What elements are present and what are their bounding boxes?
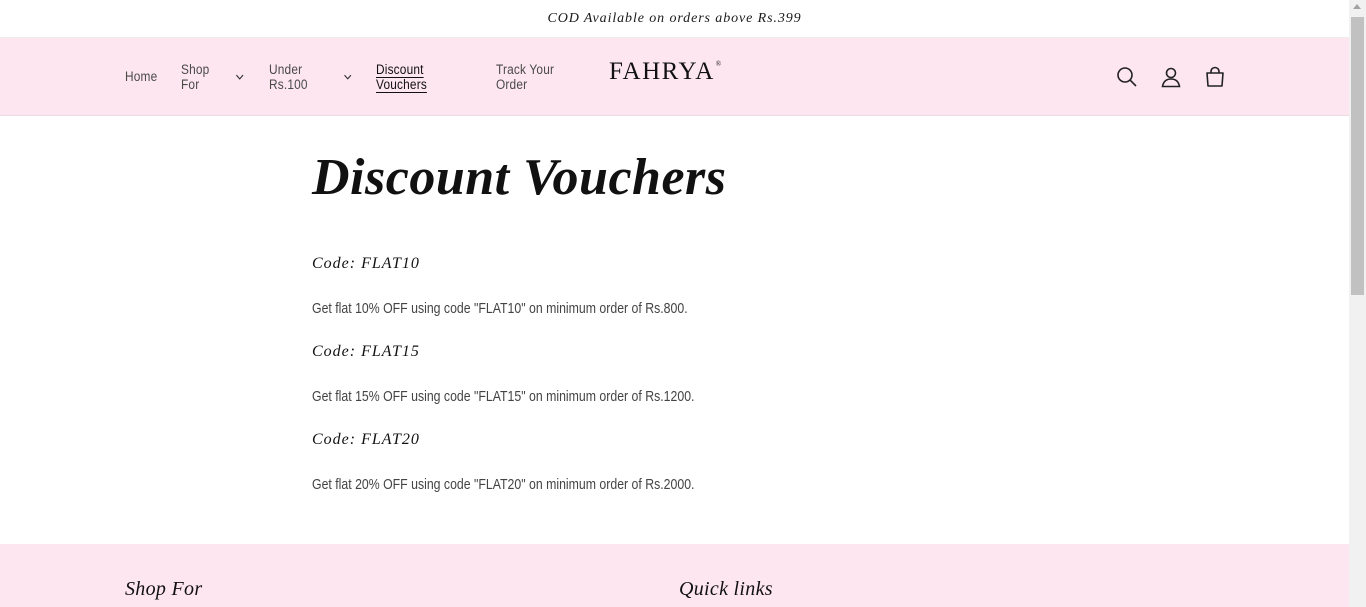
logo-registered-mark: ® <box>715 60 722 68</box>
account-icon <box>1161 67 1181 87</box>
nav-under-100-label: Under Rs.100 <box>269 61 308 92</box>
cart-icon <box>1206 66 1224 87</box>
account-button[interactable] <box>1154 60 1188 94</box>
nav-under-100[interactable]: Under Rs.100 <box>269 62 353 92</box>
nav-shop-for-label: Shop For <box>181 61 210 92</box>
nav-track-order-label: Track Your Order <box>496 61 555 92</box>
announcement-bar: COD Available on orders above Rs.399 <box>0 0 1349 38</box>
page-title: Discount Vouchers <box>312 149 727 206</box>
chevron-down-icon <box>235 74 244 80</box>
main-content: Discount Vouchers Code: FLAT10 Get flat … <box>312 116 1072 495</box>
voucher-item: Code: FLAT20 Get flat 20% OFF using code… <box>312 430 1072 495</box>
voucher-item: Code: FLAT10 Get flat 10% OFF using code… <box>312 254 1072 319</box>
voucher-description: Get flat 15% OFF using code "FLAT15" on … <box>312 388 695 405</box>
search-icon <box>1117 66 1137 87</box>
page-scrollbar[interactable] <box>1349 0 1366 607</box>
cart-button[interactable] <box>1198 60 1232 94</box>
voucher-item: Code: FLAT15 Get flat 15% OFF using code… <box>312 342 1072 407</box>
voucher-description: Get flat 10% OFF using code "FLAT10" on … <box>312 300 688 317</box>
page: COD Available on orders above Rs.399 Hom… <box>0 0 1349 607</box>
nav-discount-vouchers[interactable]: Discount Vouchers <box>376 62 468 92</box>
header-icons <box>1110 38 1242 115</box>
nav-shop-for[interactable]: Shop For <box>181 62 244 92</box>
nav-home[interactable]: Home <box>125 69 158 84</box>
scrollbar-thumb[interactable] <box>1351 17 1364 295</box>
site-footer: Shop For Quick links <box>0 544 1349 607</box>
chevron-down-icon <box>344 74 352 80</box>
voucher-code: Code: FLAT15 <box>312 343 420 360</box>
search-button[interactable] <box>1110 60 1144 94</box>
brand-logo[interactable]: FAHRYA® <box>609 58 722 86</box>
announcement-text: COD Available on orders above Rs.399 <box>547 10 802 26</box>
voucher-description: Get flat 20% OFF using code "FLAT20" on … <box>312 476 695 493</box>
nav-discount-vouchers-label: Discount Vouchers <box>376 61 427 92</box>
footer-heading-shop-for: Shop For <box>125 578 203 600</box>
scroll-up-arrow-icon[interactable] <box>1353 4 1361 9</box>
logo-text: FAHRYA <box>609 58 715 85</box>
nav-track-order[interactable]: Track Your Order <box>496 62 584 92</box>
voucher-code: Code: FLAT10 <box>312 255 420 272</box>
nav-home-label: Home <box>125 69 158 84</box>
site-header: Home Shop For Under Rs.100 Discount Vouc… <box>0 38 1349 116</box>
voucher-code: Code: FLAT20 <box>312 431 420 448</box>
footer-heading-quick-links: Quick links <box>679 578 773 600</box>
main-nav: Home Shop For Under Rs.100 Discount Vouc… <box>125 38 596 115</box>
